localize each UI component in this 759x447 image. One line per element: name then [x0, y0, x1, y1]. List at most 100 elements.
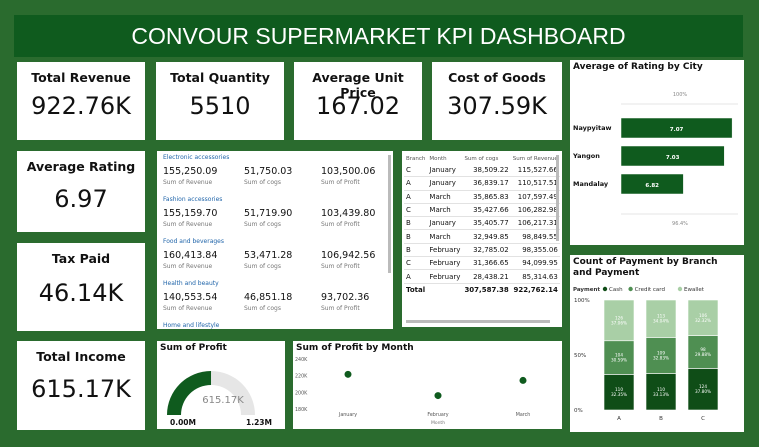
table-cell: 32,949.85	[462, 229, 511, 244]
table-cell: February	[427, 243, 463, 258]
kpi-value: 922.76K	[31, 92, 131, 120]
city-label: Naypyitaw	[573, 124, 611, 132]
table-cell: January	[427, 164, 463, 178]
table-cell: 28,438.21	[462, 269, 511, 284]
segment-percent-label: 34.04%	[653, 319, 669, 324]
table-cell: February	[427, 269, 463, 284]
table-cell: March	[427, 229, 463, 244]
column-header[interactable]: Sum of Revenue	[511, 153, 560, 164]
product-line-list: Electronic accessories 155,250.09 Sum of…	[157, 151, 385, 329]
segment-percent-label: 32.35%	[611, 392, 627, 397]
category-name: Fashion accessories	[163, 196, 223, 203]
table-cell: B	[404, 216, 428, 231]
kpi-average-unit-price: Average Unit Price 167.02	[294, 62, 422, 140]
legend-label: Ewallet	[684, 287, 705, 293]
profit-label: Sum of Profit	[321, 221, 360, 228]
revenue-label: Sum of Revenue	[163, 263, 213, 270]
revenue-label: Sum of Revenue	[163, 221, 213, 228]
segment-percent-label: 29.88%	[695, 352, 711, 357]
revenue-value: 155,250.09	[163, 166, 218, 177]
legend-label: Cash	[609, 287, 623, 293]
cogs-label: Sum of cogs	[244, 263, 281, 270]
rating-by-city-chart: Average of Rating by City 100% 96.4% Naypy…	[570, 60, 744, 245]
x-tick-label: C	[701, 416, 705, 422]
kpi-value: 5510	[189, 92, 251, 120]
legend-marker	[602, 286, 608, 292]
column-header[interactable]: Sum of cogs	[462, 153, 510, 164]
segment-percent-label: 33.13%	[653, 392, 669, 397]
branch-month-table[interactable]: Branch Month Sum of cogs Sum of Revenue …	[402, 151, 562, 327]
cogs-label: Sum of cogs	[244, 221, 281, 228]
column-header[interactable]: Month	[427, 153, 462, 164]
bar-value-label: 6.82	[645, 183, 659, 189]
y-tick-label: 180K	[295, 407, 308, 413]
table-cell: 35,405.77	[462, 216, 511, 231]
profit-gauge-card: Sum of Profit 615.17K 0.00M 1.23M	[157, 341, 285, 429]
y-tick-label: 0%	[574, 408, 583, 414]
y-tick-label: 220K	[295, 374, 308, 380]
category-name: Food and beverages	[163, 238, 225, 245]
profit-value: 103,439.80	[321, 208, 376, 219]
table-row: A February 28,438.21 85,314.63	[404, 269, 560, 284]
city-label: Mandalay	[573, 180, 609, 188]
revenue-label: Sum of Revenue	[163, 305, 213, 312]
profit-gauge: 615.17K 0.00M 1.23M	[167, 371, 272, 427]
axis-bottom-label: 96.4%	[672, 221, 688, 227]
segment-percent-label: 32.32%	[695, 318, 711, 323]
scatter-point	[519, 376, 527, 384]
gauge-max-label: 1.23M	[246, 418, 272, 427]
gauge-min-label: 0.00M	[170, 418, 196, 427]
table-header-row: Branch Month Sum of cogs Sum of Revenue	[404, 153, 560, 164]
column-header[interactable]: Branch	[404, 153, 427, 164]
x-tick-label: February	[427, 412, 448, 418]
x-tick-label: January	[338, 412, 357, 418]
legend-marker	[677, 286, 683, 292]
kpi-label: Total Quantity	[170, 70, 270, 85]
x-axis-title: Month	[431, 420, 445, 426]
category-name: Home and lifestyle	[163, 322, 220, 329]
table-row: C February 31,366.65 94,099.95	[404, 256, 560, 271]
gauge-value-label: 615.17K	[202, 395, 244, 406]
profit-value: 93,702.36	[321, 292, 370, 303]
kpi-value: 307.59K	[447, 92, 547, 120]
scatter-point	[434, 392, 442, 400]
list-item: Home and lifestyle	[163, 322, 385, 329]
kpi-label: Total Income	[36, 349, 126, 364]
table-cell: January	[427, 216, 463, 231]
vertical-scrollbar[interactable]	[556, 155, 559, 241]
gauge-fill	[167, 371, 212, 415]
list-item: Health and beauty 140,553.54 Sum of Reve…	[163, 280, 385, 322]
kpi-value: 167.02	[316, 92, 400, 120]
table-row: B January 35,405.77 106,217.31	[404, 216, 560, 231]
profit-label: Sum of Profit	[321, 305, 360, 312]
payment-by-branch-chart: Count of Payment by Branch and Payment P…	[570, 255, 744, 432]
profit-label: Sum of Profit	[321, 179, 360, 186]
kpi-total-income: Total Income 615.17K	[17, 341, 145, 430]
legend-label: Credit card	[635, 287, 665, 293]
table-cell: B	[404, 243, 428, 258]
horizontal-scrollbar[interactable]	[406, 320, 550, 323]
table-cell: 32,785.02	[462, 243, 511, 258]
x-tick-label: March	[516, 412, 531, 418]
legend-title: Payment	[573, 287, 600, 293]
list-item: Electronic accessories 155,250.09 Sum of…	[163, 154, 385, 196]
x-tick-label: A	[617, 416, 621, 422]
bar-value-label: 7.07	[670, 127, 684, 133]
vertical-scrollbar[interactable]	[388, 155, 391, 273]
kpi-value: 46.14K	[38, 279, 124, 307]
table-cell: 38,509.22	[462, 164, 511, 178]
y-tick-label: 240K	[295, 357, 308, 363]
list-item: Food and beverages 160,413.84 Sum of Rev…	[163, 238, 385, 280]
segment-percent-label: 30.59%	[611, 358, 627, 363]
kpi-label: Tax Paid	[51, 251, 111, 266]
table-cell: 35,427.66	[462, 203, 511, 218]
table-cell: 98,355.06	[510, 243, 560, 258]
legend-marker	[628, 286, 633, 292]
cogs-value: 51,719.90	[244, 208, 293, 219]
table-cell: 922,762.14	[513, 285, 558, 294]
product-line-card[interactable]: Electronic accessories 155,250.09 Sum of…	[157, 151, 393, 329]
segment-percent-label: 37.80%	[695, 389, 711, 394]
table-row: B February 32,785.02 98,355.06	[404, 243, 560, 258]
table-cell: March	[427, 203, 463, 218]
profit-by-month-chart: Sum of Profit by Month 240K 220K 200K 180K J…	[293, 341, 562, 429]
